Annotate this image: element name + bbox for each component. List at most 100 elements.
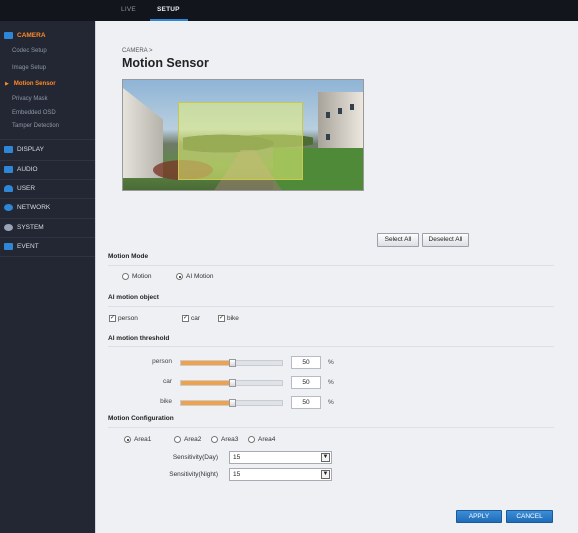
radio-area3[interactable]: Area3 <box>211 436 238 443</box>
sidebar-divider <box>0 179 95 180</box>
percent-unit: % <box>328 379 334 386</box>
radio-label: Area4 <box>258 436 276 443</box>
slider-thumb[interactable] <box>229 379 236 387</box>
radio-button-on <box>176 273 183 280</box>
sidebar-section-user[interactable]: USER <box>4 185 35 192</box>
sidebar-section-label: AUDIO <box>17 166 38 173</box>
sidebar-section-system[interactable]: SYSTEM <box>4 224 44 231</box>
radio-label: AI Motion <box>186 273 214 280</box>
select-all-button[interactable]: Select All <box>377 233 419 247</box>
threshold-slider-bike[interactable] <box>180 399 283 407</box>
sidebar-item-image-setup[interactable]: Image Setup <box>12 65 46 71</box>
threshold-label-person: person <box>152 358 172 365</box>
radio-area1[interactable]: Area1 <box>124 436 151 443</box>
sidebar-item-label: Motion Sensor <box>13 81 56 87</box>
checkmark-icon: ✓ <box>109 315 116 322</box>
sidebar-section-display[interactable]: DISPLAY <box>4 146 44 153</box>
sidebar-section-label: SYSTEM <box>17 224 44 231</box>
sidebar-divider <box>0 218 95 219</box>
divider <box>108 265 554 266</box>
sensitivity-day-select[interactable]: 15 ▼ <box>229 451 332 464</box>
slider-thumb[interactable] <box>229 399 236 407</box>
percent-unit: % <box>328 359 334 366</box>
threshold-slider-person[interactable] <box>180 359 283 367</box>
sidebar-section-network[interactable]: NETWORK <box>4 204 50 211</box>
cancel-button[interactable]: CANCEL <box>506 510 553 523</box>
tab-live[interactable]: LIVE <box>121 6 136 13</box>
percent-unit: % <box>328 399 334 406</box>
sidebar-section-camera[interactable]: CAMERA <box>4 32 46 39</box>
chevron-down-icon[interactable]: ▼ <box>321 453 330 462</box>
speaker-icon <box>4 166 13 173</box>
divider <box>108 306 554 307</box>
chevron-down-icon[interactable]: ▼ <box>321 470 330 479</box>
sidebar-divider <box>0 160 95 161</box>
ai-motion-threshold-title: AI motion threshold <box>108 335 170 342</box>
motion-mode-title: Motion Mode <box>108 253 149 260</box>
radio-button-off <box>211 436 218 443</box>
ai-motion-object-title: AI motion object <box>108 294 159 301</box>
user-icon <box>4 185 13 192</box>
radio-label: Motion <box>132 273 152 280</box>
sidebar-section-label: NETWORK <box>17 204 51 211</box>
sidebar-section-event[interactable]: EVENT <box>4 243 39 250</box>
page-title: Motion Sensor <box>122 56 209 70</box>
sidebar-item-codec-setup[interactable]: Codec Setup <box>12 48 47 54</box>
motion-configuration-title: Motion Configuration <box>108 415 174 422</box>
sidebar-section-label: CAMERA <box>17 32 46 39</box>
sidebar-item-privacy-mask[interactable]: Privacy Mask <box>12 96 48 102</box>
sensitivity-night-select[interactable]: 15 ▼ <box>229 468 332 481</box>
checkbox-car[interactable]: ✓ car <box>182 315 200 322</box>
sidebar-divider <box>0 237 95 238</box>
divider <box>108 427 554 428</box>
sidebar-item-motion-sensor[interactable]: ▶ Motion Sensor <box>5 81 56 87</box>
radio-ai-motion[interactable]: AI Motion <box>176 273 213 280</box>
slider-thumb[interactable] <box>229 359 236 367</box>
main-content: CAMERA > Motion Sensor Select All Desele… <box>95 21 578 533</box>
threshold-label-bike: bike <box>160 398 172 405</box>
sidebar-section-label: EVENT <box>17 243 39 250</box>
select-value: 15 <box>233 471 241 478</box>
sidebar-section-audio[interactable]: AUDIO <box>4 166 38 173</box>
gear-icon <box>4 224 13 231</box>
divider <box>108 346 554 347</box>
breadcrumb: CAMERA > <box>122 48 153 54</box>
sidebar-section-label: DISPLAY <box>17 146 44 153</box>
apply-button[interactable]: APPLY <box>456 510 502 523</box>
checkbox-label: car <box>191 315 201 322</box>
sensitivity-day-label: Sensitivity(Day) <box>172 454 218 461</box>
triangle-right-icon: ▶ <box>5 81 9 87</box>
radio-button-on <box>124 436 131 443</box>
checkbox-label: bike <box>227 315 239 322</box>
sidebar-divider <box>0 139 95 140</box>
radio-label: Area3 <box>221 436 239 443</box>
motion-detection-area[interactable] <box>178 102 303 180</box>
checkbox-bike[interactable]: ✓ bike <box>218 315 239 322</box>
deselect-all-button[interactable]: Deselect All <box>422 233 469 247</box>
sidebar-item-embedded-osd[interactable]: Embedded OSD <box>12 110 56 116</box>
threshold-slider-car[interactable] <box>180 379 283 387</box>
checkmark-icon: ✓ <box>182 315 189 322</box>
event-icon <box>4 243 13 250</box>
tab-setup[interactable]: SETUP <box>157 6 180 13</box>
globe-icon <box>4 204 13 211</box>
monitor-icon <box>4 146 13 153</box>
radio-motion[interactable]: Motion <box>122 273 152 280</box>
camera-icon <box>4 32 13 39</box>
sidebar-item-tamper-detection[interactable]: Tamper Detection <box>12 123 59 129</box>
video-preview[interactable] <box>122 79 364 191</box>
select-value: 15 <box>233 454 241 461</box>
sensitivity-night-label: Sensitivity(Night) <box>169 471 218 478</box>
radio-label: Area1 <box>134 436 152 443</box>
threshold-input-person[interactable]: 50 <box>291 356 321 369</box>
sidebar-section-label: USER <box>17 185 36 192</box>
radio-button-off <box>122 273 129 280</box>
threshold-input-bike[interactable]: 50 <box>291 396 321 409</box>
top-nav-bar: LIVE SETUP <box>0 0 578 21</box>
radio-area2[interactable]: Area2 <box>174 436 201 443</box>
checkbox-person[interactable]: ✓ person <box>109 315 138 322</box>
checkbox-label: person <box>118 315 138 322</box>
sidebar-divider <box>0 198 95 199</box>
radio-area4[interactable]: Area4 <box>248 436 275 443</box>
threshold-input-car[interactable]: 50 <box>291 376 321 389</box>
